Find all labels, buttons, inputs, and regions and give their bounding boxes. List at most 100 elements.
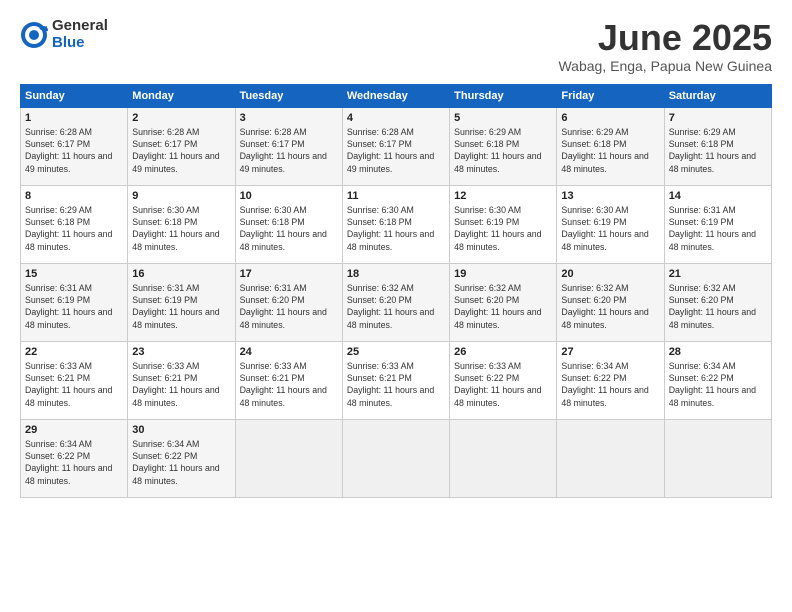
cell-week3-day6: 21 Sunrise: 6:32 AMSunset: 6:20 PMDaylig…: [664, 263, 771, 341]
location: Wabag, Enga, Papua New Guinea: [558, 58, 772, 74]
day-number: 20: [561, 268, 659, 280]
day-number: 11: [347, 190, 445, 202]
day-number: 29: [25, 424, 123, 436]
day-info: Sunrise: 6:31 AMSunset: 6:20 PMDaylight:…: [240, 283, 327, 330]
cell-week3-day1: 16 Sunrise: 6:31 AMSunset: 6:19 PMDaylig…: [128, 263, 235, 341]
day-number: 26: [454, 346, 552, 358]
cell-week2-day3: 11 Sunrise: 6:30 AMSunset: 6:18 PMDaylig…: [342, 185, 449, 263]
day-info: Sunrise: 6:29 AMSunset: 6:18 PMDaylight:…: [454, 127, 541, 174]
cell-week3-day4: 19 Sunrise: 6:32 AMSunset: 6:20 PMDaylig…: [450, 263, 557, 341]
cell-week5-day2: [235, 419, 342, 497]
cell-week3-day3: 18 Sunrise: 6:32 AMSunset: 6:20 PMDaylig…: [342, 263, 449, 341]
day-info: Sunrise: 6:32 AMSunset: 6:20 PMDaylight:…: [669, 283, 756, 330]
week-row-4: 22 Sunrise: 6:33 AMSunset: 6:21 PMDaylig…: [21, 341, 772, 419]
header-row: Sunday Monday Tuesday Wednesday Thursday…: [21, 84, 772, 107]
day-info: Sunrise: 6:29 AMSunset: 6:18 PMDaylight:…: [25, 205, 112, 252]
cell-week1-day4: 5 Sunrise: 6:29 AMSunset: 6:18 PMDayligh…: [450, 107, 557, 185]
day-number: 27: [561, 346, 659, 358]
day-number: 18: [347, 268, 445, 280]
day-number: 28: [669, 346, 767, 358]
day-info: Sunrise: 6:28 AMSunset: 6:17 PMDaylight:…: [25, 127, 112, 174]
day-number: 4: [347, 112, 445, 124]
week-row-1: 1 Sunrise: 6:28 AMSunset: 6:17 PMDayligh…: [21, 107, 772, 185]
day-number: 1: [25, 112, 123, 124]
header: General Blue June 2025 Wabag, Enga, Papu…: [20, 18, 772, 74]
day-number: 22: [25, 346, 123, 358]
cell-week2-day4: 12 Sunrise: 6:30 AMSunset: 6:19 PMDaylig…: [450, 185, 557, 263]
week-row-3: 15 Sunrise: 6:31 AMSunset: 6:19 PMDaylig…: [21, 263, 772, 341]
cell-week2-day6: 14 Sunrise: 6:31 AMSunset: 6:19 PMDaylig…: [664, 185, 771, 263]
day-info: Sunrise: 6:31 AMSunset: 6:19 PMDaylight:…: [25, 283, 112, 330]
cell-week1-day1: 2 Sunrise: 6:28 AMSunset: 6:17 PMDayligh…: [128, 107, 235, 185]
cell-week1-day3: 4 Sunrise: 6:28 AMSunset: 6:17 PMDayligh…: [342, 107, 449, 185]
cell-week3-day2: 17 Sunrise: 6:31 AMSunset: 6:20 PMDaylig…: [235, 263, 342, 341]
day-info: Sunrise: 6:29 AMSunset: 6:18 PMDaylight:…: [669, 127, 756, 174]
cell-week5-day0: 29 Sunrise: 6:34 AMSunset: 6:22 PMDaylig…: [21, 419, 128, 497]
cell-week4-day3: 25 Sunrise: 6:33 AMSunset: 6:21 PMDaylig…: [342, 341, 449, 419]
day-info: Sunrise: 6:28 AMSunset: 6:17 PMDaylight:…: [132, 127, 219, 174]
month-title: June 2025: [558, 18, 772, 58]
cell-week5-day5: [557, 419, 664, 497]
day-info: Sunrise: 6:28 AMSunset: 6:17 PMDaylight:…: [240, 127, 327, 174]
cell-week1-day0: 1 Sunrise: 6:28 AMSunset: 6:17 PMDayligh…: [21, 107, 128, 185]
cell-week5-day4: [450, 419, 557, 497]
logo-text: General Blue: [52, 18, 108, 51]
day-info: Sunrise: 6:33 AMSunset: 6:22 PMDaylight:…: [454, 361, 541, 408]
cell-week2-day5: 13 Sunrise: 6:30 AMSunset: 6:19 PMDaylig…: [557, 185, 664, 263]
cell-week3-day5: 20 Sunrise: 6:32 AMSunset: 6:20 PMDaylig…: [557, 263, 664, 341]
day-info: Sunrise: 6:30 AMSunset: 6:18 PMDaylight:…: [132, 205, 219, 252]
page: General Blue June 2025 Wabag, Enga, Papu…: [0, 0, 792, 612]
day-info: Sunrise: 6:30 AMSunset: 6:18 PMDaylight:…: [347, 205, 434, 252]
day-info: Sunrise: 6:29 AMSunset: 6:18 PMDaylight:…: [561, 127, 648, 174]
cell-week3-day0: 15 Sunrise: 6:31 AMSunset: 6:19 PMDaylig…: [21, 263, 128, 341]
day-info: Sunrise: 6:33 AMSunset: 6:21 PMDaylight:…: [240, 361, 327, 408]
cell-week4-day5: 27 Sunrise: 6:34 AMSunset: 6:22 PMDaylig…: [557, 341, 664, 419]
day-info: Sunrise: 6:30 AMSunset: 6:19 PMDaylight:…: [561, 205, 648, 252]
day-number: 15: [25, 268, 123, 280]
day-number: 25: [347, 346, 445, 358]
day-number: 9: [132, 190, 230, 202]
cell-week5-day6: [664, 419, 771, 497]
day-info: Sunrise: 6:34 AMSunset: 6:22 PMDaylight:…: [561, 361, 648, 408]
col-friday: Friday: [557, 84, 664, 107]
logo-general-text: General: [52, 18, 108, 35]
day-info: Sunrise: 6:30 AMSunset: 6:19 PMDaylight:…: [454, 205, 541, 252]
cell-week4-day0: 22 Sunrise: 6:33 AMSunset: 6:21 PMDaylig…: [21, 341, 128, 419]
day-info: Sunrise: 6:33 AMSunset: 6:21 PMDaylight:…: [347, 361, 434, 408]
day-number: 30: [132, 424, 230, 436]
day-number: 13: [561, 190, 659, 202]
cell-week1-day6: 7 Sunrise: 6:29 AMSunset: 6:18 PMDayligh…: [664, 107, 771, 185]
day-info: Sunrise: 6:34 AMSunset: 6:22 PMDaylight:…: [132, 439, 219, 486]
day-info: Sunrise: 6:28 AMSunset: 6:17 PMDaylight:…: [347, 127, 434, 174]
day-info: Sunrise: 6:30 AMSunset: 6:18 PMDaylight:…: [240, 205, 327, 252]
day-number: 24: [240, 346, 338, 358]
col-thursday: Thursday: [450, 84, 557, 107]
calendar-table: Sunday Monday Tuesday Wednesday Thursday…: [20, 84, 772, 498]
calendar-header: Sunday Monday Tuesday Wednesday Thursday…: [21, 84, 772, 107]
cell-week2-day1: 9 Sunrise: 6:30 AMSunset: 6:18 PMDayligh…: [128, 185, 235, 263]
col-sunday: Sunday: [21, 84, 128, 107]
day-info: Sunrise: 6:33 AMSunset: 6:21 PMDaylight:…: [25, 361, 112, 408]
cell-week4-day1: 23 Sunrise: 6:33 AMSunset: 6:21 PMDaylig…: [128, 341, 235, 419]
calendar-body: 1 Sunrise: 6:28 AMSunset: 6:17 PMDayligh…: [21, 107, 772, 497]
cell-week5-day1: 30 Sunrise: 6:34 AMSunset: 6:22 PMDaylig…: [128, 419, 235, 497]
day-number: 12: [454, 190, 552, 202]
day-info: Sunrise: 6:32 AMSunset: 6:20 PMDaylight:…: [454, 283, 541, 330]
day-number: 16: [132, 268, 230, 280]
cell-week5-day3: [342, 419, 449, 497]
day-number: 10: [240, 190, 338, 202]
day-info: Sunrise: 6:31 AMSunset: 6:19 PMDaylight:…: [132, 283, 219, 330]
logo-blue-text: Blue: [52, 35, 108, 52]
col-wednesday: Wednesday: [342, 84, 449, 107]
day-info: Sunrise: 6:34 AMSunset: 6:22 PMDaylight:…: [25, 439, 112, 486]
day-info: Sunrise: 6:32 AMSunset: 6:20 PMDaylight:…: [561, 283, 648, 330]
week-row-5: 29 Sunrise: 6:34 AMSunset: 6:22 PMDaylig…: [21, 419, 772, 497]
cell-week2-day0: 8 Sunrise: 6:29 AMSunset: 6:18 PMDayligh…: [21, 185, 128, 263]
logo-icon: [20, 21, 48, 49]
cell-week1-day5: 6 Sunrise: 6:29 AMSunset: 6:18 PMDayligh…: [557, 107, 664, 185]
day-info: Sunrise: 6:33 AMSunset: 6:21 PMDaylight:…: [132, 361, 219, 408]
col-monday: Monday: [128, 84, 235, 107]
day-number: 5: [454, 112, 552, 124]
cell-week4-day6: 28 Sunrise: 6:34 AMSunset: 6:22 PMDaylig…: [664, 341, 771, 419]
day-number: 3: [240, 112, 338, 124]
